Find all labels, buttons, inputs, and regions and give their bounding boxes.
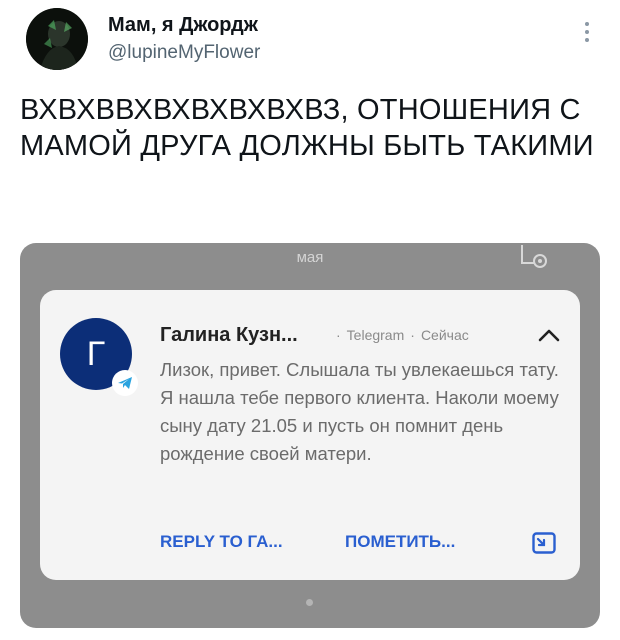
notification-meta: · Telegram · Сейчас bbox=[336, 327, 469, 343]
reply-button[interactable]: REPLY TO ГА... bbox=[160, 532, 283, 552]
sender-name: Галина Кузн... bbox=[160, 324, 298, 346]
tweet-text: ВХВХВВХВХВХВХВХВЗ, ОТНОШЕНИЯ С МАМОЙ ДРУ… bbox=[20, 94, 594, 162]
picture-in-picture-icon[interactable] bbox=[532, 532, 556, 554]
status-text: мая bbox=[296, 249, 324, 266]
notification-card[interactable]: Г Галина Кузн... · Telegram · Сейчас Лизок,… bbox=[40, 290, 580, 580]
notification-message: Лизок, привет. Слышала ты увлекаешься та… bbox=[160, 359, 559, 464]
page-indicator-dot bbox=[306, 599, 313, 606]
mark-button[interactable]: ПОМЕТИТЬ... bbox=[345, 532, 455, 552]
lock-settings-icon bbox=[521, 245, 547, 268]
app-name: Telegram bbox=[346, 327, 405, 343]
profile-avatar[interactable] bbox=[26, 8, 88, 70]
chevron-up-icon[interactable] bbox=[538, 328, 560, 342]
telegram-icon bbox=[112, 370, 138, 396]
notification-time: Сейчас bbox=[420, 327, 469, 343]
attached-screenshot[interactable]: мая Г Галина Кузн... · Telegram · Сейчас Ли… bbox=[20, 243, 600, 628]
display-name[interactable]: Мам, я Джордж bbox=[108, 14, 258, 37]
more-options-icon[interactable] bbox=[584, 22, 590, 42]
username-handle[interactable]: @lupineMyFlower bbox=[108, 42, 260, 64]
